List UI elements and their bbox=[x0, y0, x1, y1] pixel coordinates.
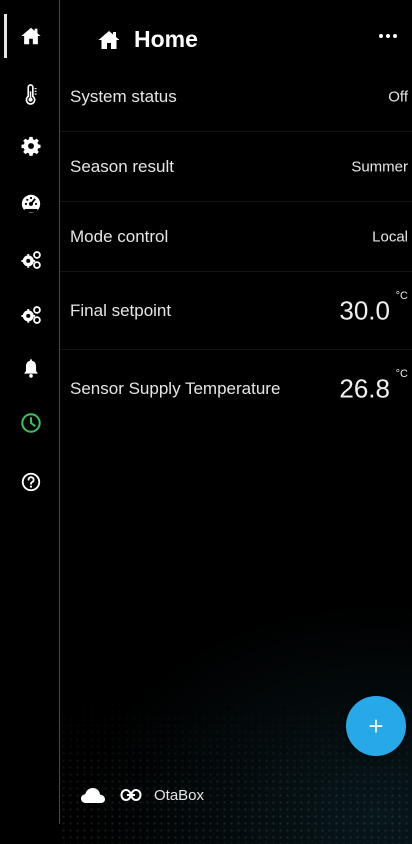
row-value: 30.0 bbox=[339, 295, 390, 325]
connection-status: OtaBox bbox=[80, 782, 204, 808]
row-unit: °C bbox=[395, 368, 408, 380]
sidebar-item-home[interactable] bbox=[16, 21, 46, 51]
row-label: Mode control bbox=[70, 226, 169, 246]
gear-icon bbox=[21, 136, 41, 156]
row-label: Season result bbox=[70, 156, 174, 176]
list-item[interactable]: Season result Summer bbox=[60, 132, 412, 202]
row-value: Local bbox=[372, 228, 408, 245]
sidebar-item-thermometer[interactable] bbox=[16, 80, 46, 110]
list-item[interactable]: System status Off bbox=[60, 62, 412, 132]
more-horizontal-icon bbox=[379, 34, 383, 38]
sidebar-item-advanced-settings-2[interactable] bbox=[16, 300, 46, 330]
device-name: OtaBox bbox=[154, 786, 205, 804]
row-label: Final setpoint bbox=[70, 300, 172, 320]
list-item[interactable]: Final setpoint 30.0 °C bbox=[60, 272, 412, 350]
home-icon bbox=[98, 31, 120, 49]
clock-icon bbox=[21, 413, 41, 433]
list-item[interactable]: Sensor Supply Temperature 26.8 °C bbox=[60, 350, 412, 428]
more-menu-button[interactable] bbox=[376, 24, 400, 48]
more-dot bbox=[386, 34, 390, 38]
page-title: Home bbox=[134, 26, 198, 52]
gears-icon bbox=[21, 306, 41, 324]
sidebar bbox=[0, 0, 60, 824]
plus-icon: + bbox=[368, 710, 384, 741]
help-circle-icon bbox=[21, 472, 41, 492]
gauge-icon bbox=[21, 194, 41, 214]
row-value: 26.8 bbox=[339, 373, 390, 404]
status-list: System status Off Season result Summer M… bbox=[60, 62, 412, 428]
more-dot bbox=[393, 34, 397, 38]
row-value: Off bbox=[388, 88, 408, 105]
app-screen: Home System status Off Season result Sum… bbox=[0, 0, 412, 844]
sidebar-item-alarms[interactable] bbox=[16, 354, 46, 384]
link-icon bbox=[120, 789, 142, 801]
row-value: Summer bbox=[351, 158, 408, 175]
list-item[interactable]: Mode control Local bbox=[60, 202, 412, 272]
add-button[interactable]: + bbox=[346, 696, 406, 756]
cloud-icon bbox=[81, 788, 105, 803]
sidebar-item-settings[interactable] bbox=[16, 131, 46, 161]
row-label: System status bbox=[70, 86, 177, 106]
row-unit: °C bbox=[395, 290, 408, 302]
sidebar-item-advanced-settings-1[interactable] bbox=[16, 245, 46, 275]
row-label: Sensor Supply Temperature bbox=[70, 379, 281, 398]
sidebar-item-dashboard[interactable] bbox=[16, 188, 46, 218]
sidebar-active-indicator bbox=[4, 14, 7, 58]
home-icon bbox=[21, 27, 41, 45]
gears-icon bbox=[21, 251, 41, 269]
bell-icon bbox=[24, 359, 38, 378]
sidebar-item-help[interactable] bbox=[16, 467, 46, 497]
thermometer-icon bbox=[25, 84, 37, 105]
sidebar-item-schedule[interactable] bbox=[16, 408, 46, 438]
